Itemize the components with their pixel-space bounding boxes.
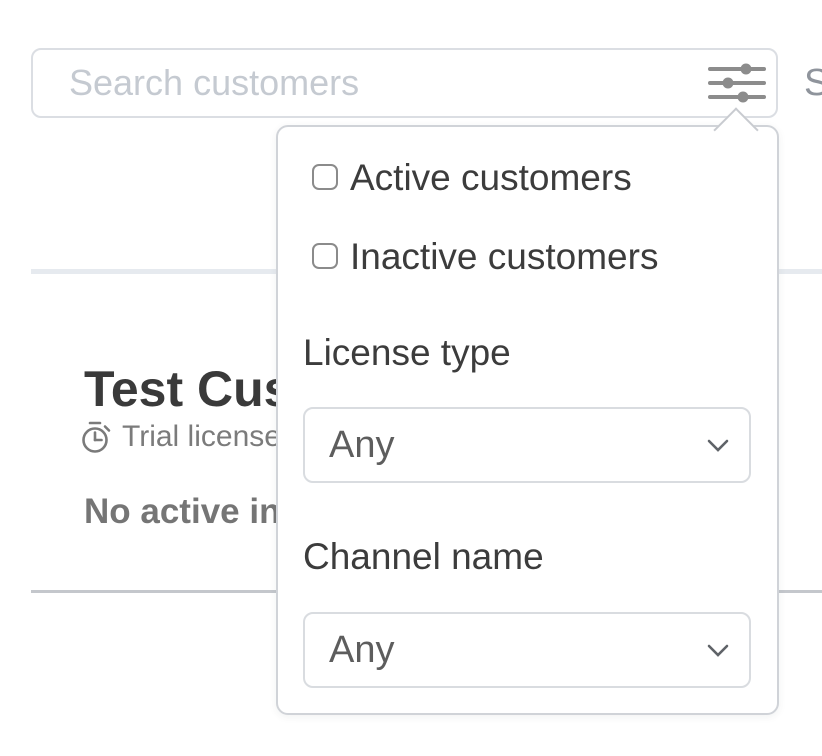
secondary-button-truncated[interactable]: S xyxy=(804,62,822,105)
filter-button[interactable] xyxy=(700,58,774,108)
license-type-label: License type xyxy=(303,334,511,371)
chevron-down-icon xyxy=(701,633,735,667)
search-input[interactable] xyxy=(31,48,778,118)
checkbox-label: Active customers xyxy=(350,157,632,196)
active-customers-checkbox[interactable] xyxy=(312,164,338,190)
timer-icon xyxy=(80,420,112,454)
channel-name-label: Channel name xyxy=(303,538,544,575)
channel-name-select[interactable]: Any xyxy=(303,612,751,688)
checkbox-label: Inactive customers xyxy=(350,236,658,275)
customer-status-text: No active in xyxy=(84,494,280,529)
chevron-down-icon xyxy=(701,428,735,462)
sliders-icon xyxy=(707,62,767,104)
channel-name-value: Any xyxy=(329,631,701,669)
filter-panel: Active customers Inactive customers Lice… xyxy=(276,125,779,715)
license-type-select[interactable]: Any xyxy=(303,407,751,483)
page: { "search_bar": { "placeholder": "Search… xyxy=(0,0,822,756)
license-info-text: Trial license xyxy=(122,420,281,454)
license-info-row: Trial license xyxy=(80,420,281,454)
active-customers-option[interactable]: Active customers xyxy=(312,157,632,196)
license-type-value: Any xyxy=(329,426,701,464)
inactive-customers-option[interactable]: Inactive customers xyxy=(312,236,658,275)
inactive-customers-checkbox[interactable] xyxy=(312,243,338,269)
customer-title: Test Cust xyxy=(84,364,308,414)
